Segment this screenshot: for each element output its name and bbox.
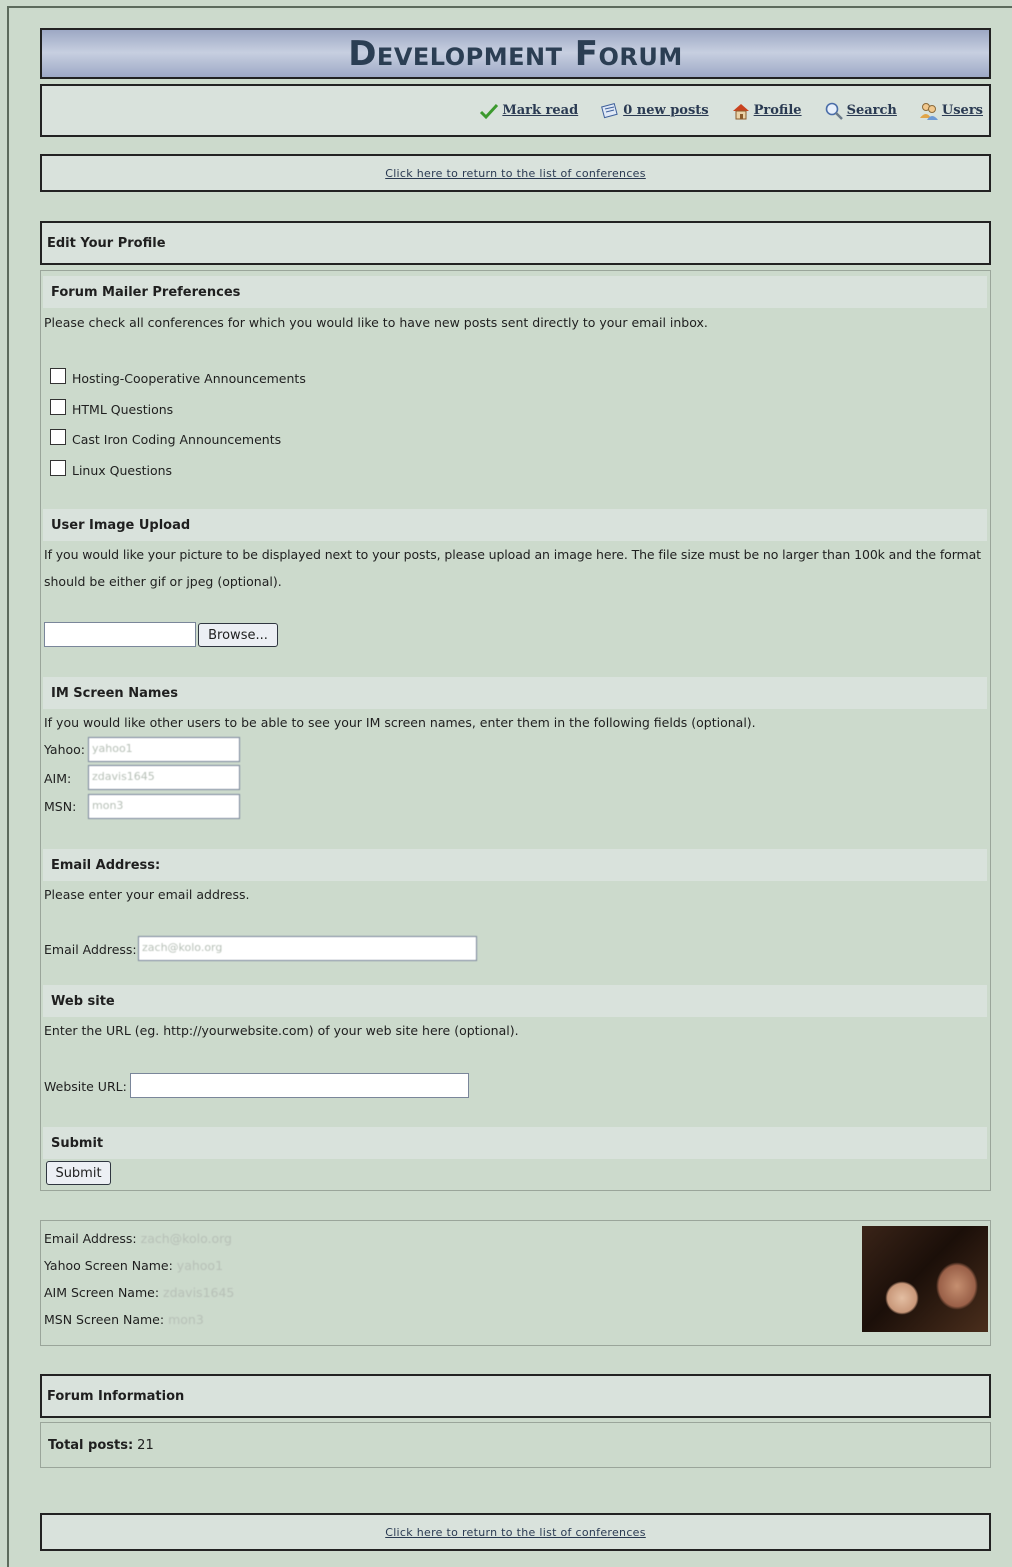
new-posts-icon — [601, 102, 618, 118]
edit-profile-title: Edit Your Profile — [47, 235, 166, 251]
forum-info-panel: Total posts: 21 — [40, 1422, 991, 1468]
summary-yahoo-label: Yahoo Screen Name: — [44, 1258, 173, 1273]
im-screen-names-description: If you would like other users to be able… — [44, 715, 756, 730]
submit-button[interactable]: Submit — [46, 1161, 111, 1185]
email-label: Email Address: — [44, 942, 137, 957]
return-to-conferences-link-bottom[interactable]: Click here to return to the list of conf… — [385, 1526, 646, 1539]
profile-house-icon — [732, 103, 749, 119]
nav-mark-read[interactable]: Mark read — [479, 101, 578, 121]
total-posts-label: Total posts: — [48, 1437, 134, 1453]
top-nav: Mark read 0 new posts Profile Search Use… — [40, 84, 991, 137]
checkbox-label-html-questions: HTML Questions — [72, 402, 174, 417]
aim-input[interactable]: zdavis1645 — [88, 765, 240, 790]
mailer-prefs-title: Forum Mailer Preferences — [51, 284, 241, 300]
nav-new-posts-label: 0 new posts — [623, 103, 709, 118]
magnifier-icon — [825, 102, 843, 120]
browse-button[interactable]: Browse... — [198, 623, 278, 647]
summary-aim-value: zdavis1645 — [163, 1285, 235, 1300]
page-title: Development Forum — [348, 33, 683, 74]
email-heading: Email Address: — [43, 849, 987, 881]
return-link-bar-top: Click here to return to the list of conf… — [40, 154, 991, 192]
forum-info-title: Forum Information — [47, 1388, 185, 1404]
return-link-bar-bottom: Click here to return to the list of conf… — [40, 1513, 991, 1551]
edit-profile-heading: Edit Your Profile — [40, 221, 991, 265]
return-to-conferences-link[interactable]: Click here to return to the list of conf… — [385, 167, 646, 180]
image-upload-description-line2: should be either gif or jpeg (optional). — [44, 574, 282, 589]
nav-new-posts[interactable]: 0 new posts — [600, 101, 709, 121]
msn-input[interactable]: mon3 — [88, 794, 240, 819]
website-title: Web site — [51, 993, 115, 1009]
summary-msn-label: MSN Screen Name: — [44, 1312, 165, 1327]
checkbox-cast-iron-coding[interactable] — [50, 429, 66, 445]
aim-label: AIM: — [44, 771, 72, 786]
image-upload-heading: User Image Upload — [43, 509, 987, 541]
mailer-prefs-description: Please check all conferences for which y… — [44, 315, 708, 330]
checkbox-label-cast-iron-coding: Cast Iron Coding Announcements — [72, 432, 282, 447]
checkbox-label-linux-questions: Linux Questions — [72, 463, 173, 478]
yahoo-label: Yahoo: — [44, 742, 86, 757]
nav-profile[interactable]: Profile — [731, 101, 802, 121]
nav-search[interactable]: Search — [824, 101, 897, 121]
checkbox-linux-questions[interactable] — [50, 460, 66, 476]
total-posts-value: 21 — [137, 1437, 154, 1453]
summary-msn-value: mon3 — [168, 1312, 204, 1327]
checkbox-label-hosting-cooperative: Hosting-Cooperative Announcements — [72, 371, 306, 386]
summary-yahoo-value: yahoo1 — [176, 1258, 224, 1273]
users-icon — [919, 102, 938, 120]
summary-aim-label: AIM Screen Name: — [44, 1285, 160, 1300]
website-label: Website URL: — [44, 1079, 127, 1094]
forum-info-heading: Forum Information — [40, 1374, 991, 1418]
summary-aim: AIM Screen Name: zdavis1645 — [44, 1285, 234, 1300]
checkmark-icon — [480, 103, 499, 119]
msn-label: MSN: — [44, 799, 77, 814]
summary-msn: MSN Screen Name: mon3 — [44, 1312, 204, 1327]
email-input[interactable]: zach@kolo.org — [138, 936, 477, 961]
forum-title-bar: Development Forum — [40, 28, 991, 79]
yahoo-input[interactable]: yahoo1 — [88, 737, 240, 762]
checkbox-html-questions[interactable] — [50, 399, 66, 415]
email-title: Email Address: — [51, 857, 161, 873]
summary-yahoo: Yahoo Screen Name: yahoo1 — [44, 1258, 223, 1273]
nav-users[interactable]: Users — [919, 101, 983, 121]
image-upload-description-line1: If you would like your picture to be dis… — [44, 547, 981, 562]
submit-title: Submit — [51, 1135, 104, 1151]
summary-email: Email Address: zach@kolo.org — [44, 1231, 232, 1246]
website-description: Enter the URL (eg. http://yourwebsite.co… — [44, 1023, 519, 1038]
website-url-input[interactable] — [130, 1073, 469, 1098]
email-description: Please enter your email address. — [44, 887, 250, 902]
website-heading: Web site — [43, 985, 987, 1017]
submit-heading: Submit — [43, 1127, 987, 1159]
checkbox-hosting-cooperative[interactable] — [50, 368, 66, 384]
im-screen-names-title: IM Screen Names — [51, 685, 178, 701]
nav-profile-label: Profile — [753, 103, 802, 118]
image-file-path-input[interactable] — [44, 622, 196, 647]
nav-mark-read-label: Mark read — [502, 103, 579, 118]
summary-email-value: zach@kolo.org — [140, 1231, 232, 1246]
mailer-prefs-heading: Forum Mailer Preferences — [43, 276, 987, 308]
nav-search-label: Search — [846, 103, 897, 118]
image-upload-title: User Image Upload — [51, 517, 191, 533]
im-screen-names-heading: IM Screen Names — [43, 677, 987, 709]
user-avatar — [862, 1226, 988, 1332]
nav-users-label: Users — [941, 103, 983, 118]
summary-email-label: Email Address: — [44, 1231, 137, 1246]
profile-form-panel — [40, 270, 991, 1191]
